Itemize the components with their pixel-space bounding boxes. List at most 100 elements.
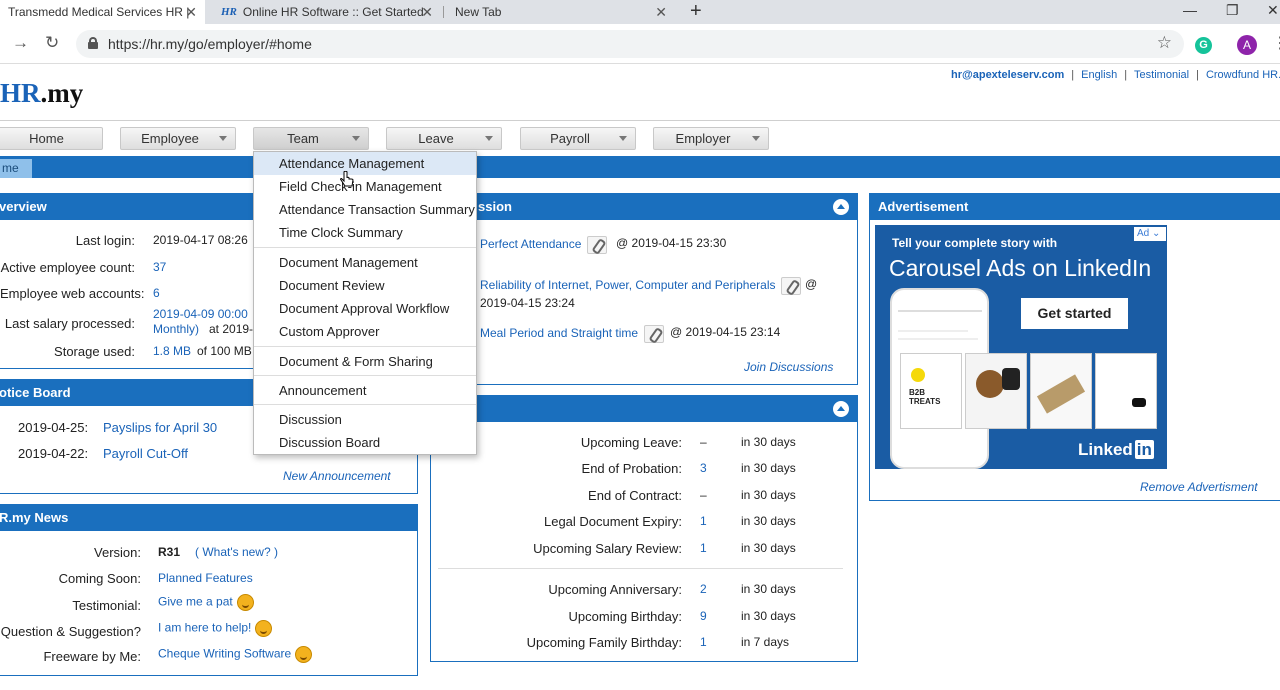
- cool-smiley-icon: [255, 620, 273, 637]
- planned-features-link[interactable]: Planned Features: [158, 571, 253, 585]
- browser-tab-transmedd[interactable]: Transmedd Medical Services HR | ✕: [0, 0, 205, 24]
- address-bar[interactable]: https://hr.my/go/employer/#home ☆: [76, 30, 1184, 58]
- menu-employee[interactable]: Employee: [120, 127, 236, 150]
- menu-leave[interactable]: Leave: [386, 127, 502, 150]
- profile-avatar[interactable]: A: [1237, 35, 1257, 55]
- minimize-icon[interactable]: —: [1183, 0, 1197, 20]
- maximize-icon[interactable]: ❐: [1226, 0, 1239, 20]
- notice-item-link[interactable]: Payroll Cut-Off: [103, 446, 188, 461]
- active-employee-link[interactable]: 37: [153, 260, 166, 274]
- storage-used-link[interactable]: 1.8 MB: [153, 344, 191, 358]
- testimonial-label: Testimonial:: [72, 598, 141, 613]
- reload-icon[interactable]: ↻: [45, 33, 59, 53]
- menu-employer[interactable]: Employer: [653, 127, 769, 150]
- dropdown-item[interactable]: Field Check-in Management: [254, 175, 476, 198]
- dropdown-item[interactable]: Custom Approver: [254, 320, 476, 343]
- attachment-icon: [587, 236, 608, 254]
- upcoming-count: –: [700, 435, 707, 449]
- upcoming-count[interactable]: 1: [700, 541, 707, 555]
- lock-icon: [88, 37, 98, 49]
- attachment-icon: [644, 325, 665, 343]
- give-pat-link[interactable]: Give me a pat: [158, 594, 254, 611]
- browser-tab-new-tab[interactable]: New Tab ✕: [447, 0, 675, 24]
- browser-menu-icon[interactable]: ⋮: [1272, 36, 1280, 52]
- grammarly-extension-icon[interactable]: G: [1195, 37, 1212, 54]
- dropdown-separator: [254, 375, 476, 376]
- whats-new-link[interactable]: ( What's new? ): [195, 545, 278, 559]
- testimonial-link[interactable]: Testimonial: [1134, 69, 1189, 81]
- discussion-item-link[interactable]: Reliability of Internet, Power, Computer…: [480, 277, 802, 295]
- upcoming-period: in 30 days: [741, 609, 796, 623]
- dropdown-item[interactable]: Attendance Transaction Summary: [254, 198, 476, 221]
- chevron-down-icon: [352, 136, 360, 141]
- upcoming-label: End of Probation:: [581, 461, 682, 476]
- dropdown-item[interactable]: Discussion: [254, 408, 476, 431]
- menu-team[interactable]: Team: [253, 127, 369, 150]
- last-salary-frequency[interactable]: Monthly): [153, 322, 199, 336]
- panel-title: ssion: [431, 194, 857, 220]
- tab-home[interactable]: me: [0, 159, 32, 178]
- new-announcement-link[interactable]: New Announcement: [283, 469, 391, 483]
- dropdown-item[interactable]: Attendance Management: [254, 152, 476, 175]
- ad-choices-badge[interactable]: Ad ⌄: [1134, 227, 1166, 241]
- discussion-time: 2019-04-15 23:24: [480, 296, 575, 310]
- collapse-icon[interactable]: [833, 401, 849, 417]
- upcoming-count[interactable]: 9: [700, 609, 707, 623]
- last-salary-link[interactable]: 2019-04-09 00:00: [153, 307, 248, 321]
- dropdown-separator: [254, 404, 476, 405]
- web-accounts-link[interactable]: 6: [153, 286, 160, 300]
- close-icon[interactable]: ✕: [185, 4, 197, 21]
- upcoming-count: –: [700, 488, 707, 502]
- last-salary-at: at 2019-: [209, 322, 254, 336]
- dropdown-item[interactable]: Discussion Board: [254, 431, 476, 454]
- new-tab-plus-icon[interactable]: +: [690, 0, 702, 22]
- forward-arrow-icon[interactable]: →: [12, 33, 29, 53]
- discussion-item-link[interactable]: Meal Period and Straight time: [480, 325, 665, 343]
- dropdown-item[interactable]: Document & Form Sharing: [254, 350, 476, 373]
- card-text: B2B TREATS: [909, 388, 941, 406]
- join-discussions-link[interactable]: Join Discussions: [744, 360, 833, 374]
- linkedin-ad-banner[interactable]: Ad ⌄ Tell your complete story with Carou…: [875, 225, 1167, 469]
- help-link[interactable]: I am here to help!: [158, 620, 273, 637]
- tab-strip: [0, 156, 1280, 178]
- remove-advertisement-link[interactable]: Remove Advertisment: [1140, 480, 1258, 494]
- upcoming-label: Upcoming Salary Review:: [533, 541, 682, 556]
- dropdown-item[interactable]: Document Approval Workflow: [254, 297, 476, 320]
- carousel-card: [965, 353, 1027, 429]
- last-login-value: 2019-04-17 08:26: [153, 233, 248, 247]
- tab-title: New Tab: [455, 5, 502, 19]
- dropdown-item[interactable]: Announcement: [254, 379, 476, 402]
- upcoming-period: in 7 days: [741, 635, 790, 649]
- upcoming-count[interactable]: 1: [700, 635, 707, 649]
- chevron-down-icon: [485, 136, 493, 141]
- close-window-icon[interactable]: ✕: [1267, 0, 1279, 20]
- upcoming-count[interactable]: 1: [700, 514, 707, 528]
- cheque-software-link[interactable]: Cheque Writing Software: [158, 646, 313, 663]
- panel-title: Advertisement: [870, 194, 1280, 220]
- chevron-down-icon: [752, 136, 760, 141]
- crowdfund-link[interactable]: Crowdfund HR.m: [1206, 69, 1280, 81]
- carousel-card: [1030, 353, 1092, 429]
- notice-item-link[interactable]: Payslips for April 30: [103, 420, 217, 435]
- discussion-item-link[interactable]: Perfect Attendance: [480, 236, 608, 254]
- tab-title: Online HR Software :: Get Started: [242, 5, 424, 19]
- upcoming-period: in 30 days: [741, 435, 796, 449]
- upcoming-label: End of Contract:: [588, 488, 682, 503]
- upcoming-count[interactable]: 3: [700, 461, 707, 475]
- upcoming-count[interactable]: 2: [700, 582, 707, 596]
- dropdown-item[interactable]: Document Review: [254, 274, 476, 297]
- menu-home[interactable]: Home: [0, 127, 103, 150]
- dropdown-item[interactable]: Time Clock Summary: [254, 221, 476, 244]
- dropdown-item[interactable]: Document Management: [254, 251, 476, 274]
- hr-my-logo[interactable]: HR.my: [0, 78, 83, 109]
- english-link[interactable]: English: [1081, 69, 1117, 81]
- close-icon[interactable]: ✕: [421, 4, 433, 21]
- user-email-link[interactable]: hr@apexteleserv.com: [951, 69, 1064, 81]
- collapse-icon[interactable]: [833, 199, 849, 215]
- upcoming-period: in 30 days: [741, 488, 796, 502]
- get-started-button[interactable]: Get started: [1021, 298, 1128, 329]
- browser-tab-hr-software[interactable]: HR Online HR Software :: Get Started ✕: [213, 0, 441, 24]
- close-icon[interactable]: ✕: [655, 4, 667, 21]
- menu-payroll[interactable]: Payroll: [520, 127, 636, 150]
- bookmark-star-icon[interactable]: ☆: [1157, 33, 1172, 53]
